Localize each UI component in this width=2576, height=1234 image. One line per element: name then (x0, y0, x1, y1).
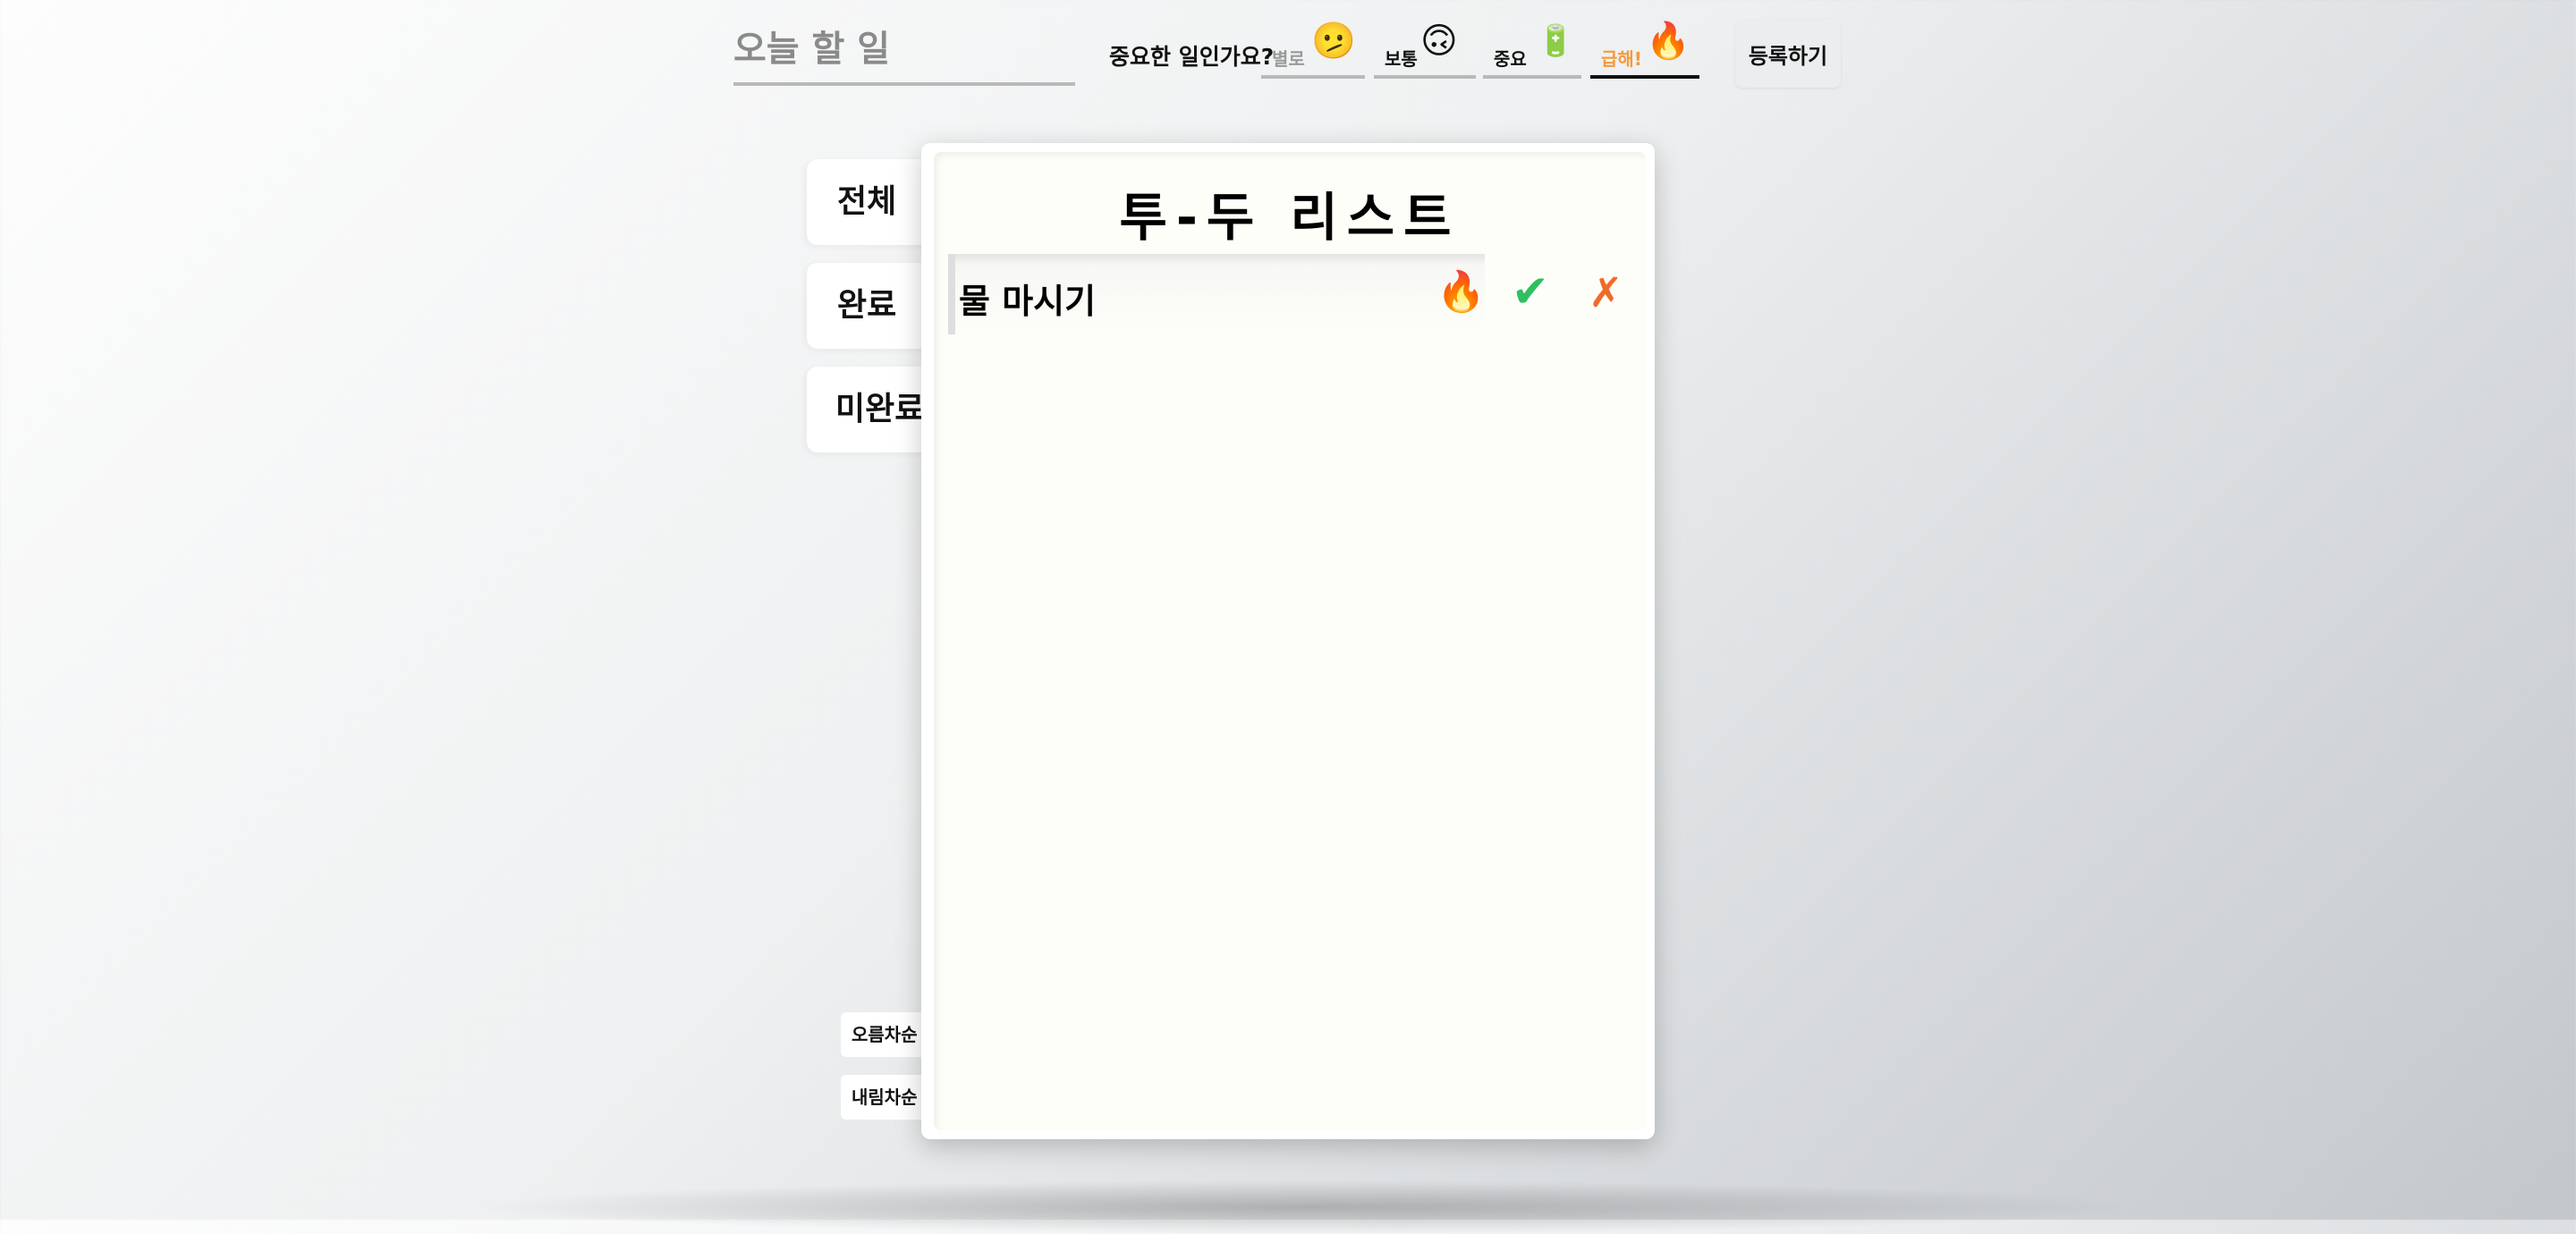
silly-face-icon: 🙃 (1420, 21, 1458, 62)
importance-question: 중요한 일인가요? (1109, 44, 1275, 70)
battery-icon: 🔋 (1537, 23, 1575, 59)
priority-option-urgent[interactable]: 급해! 🔥 (1590, 18, 1699, 79)
meh-face-icon: 🫤 (1311, 21, 1356, 62)
todo-list-item: 물 마시기 🔥 ✔ ✗ (948, 254, 1637, 334)
todo-panel-inner: 투-두 리스트 물 마시기 🔥 ✔ ✗ (934, 152, 1646, 1130)
sort-ascending-button[interactable]: 오름차순 (841, 1012, 930, 1057)
register-button[interactable]: 등록하기 (1735, 20, 1841, 88)
page-bottom-shadow (465, 1180, 2147, 1234)
priority-label-important: 중요 (1494, 48, 1527, 70)
panel-title: 투-두 리스트 (1119, 187, 1461, 248)
priority-option-low[interactable]: 별로 🫤 (1261, 18, 1365, 79)
priority-option-normal[interactable]: 보통 🙃 (1374, 18, 1476, 79)
sort-descending-button[interactable]: 내림차순 (841, 1075, 930, 1120)
delete-x-icon[interactable]: ✗ (1589, 268, 1623, 317)
todo-item-text: 물 마시기 (959, 282, 1097, 321)
priority-option-important[interactable]: 중요 🔋 (1483, 18, 1581, 79)
priority-label-low: 별로 (1272, 48, 1305, 70)
complete-check-icon[interactable]: ✔ (1512, 266, 1549, 317)
fire-icon: 🔥 (1436, 269, 1486, 315)
todo-panel: 투-두 리스트 물 마시기 🔥 ✔ ✗ (921, 143, 1655, 1139)
priority-label-urgent: 급해! (1601, 48, 1642, 70)
todo-input[interactable] (733, 16, 1075, 86)
priority-label-normal: 보통 (1385, 48, 1418, 70)
fire-icon: 🔥 (1646, 21, 1690, 62)
